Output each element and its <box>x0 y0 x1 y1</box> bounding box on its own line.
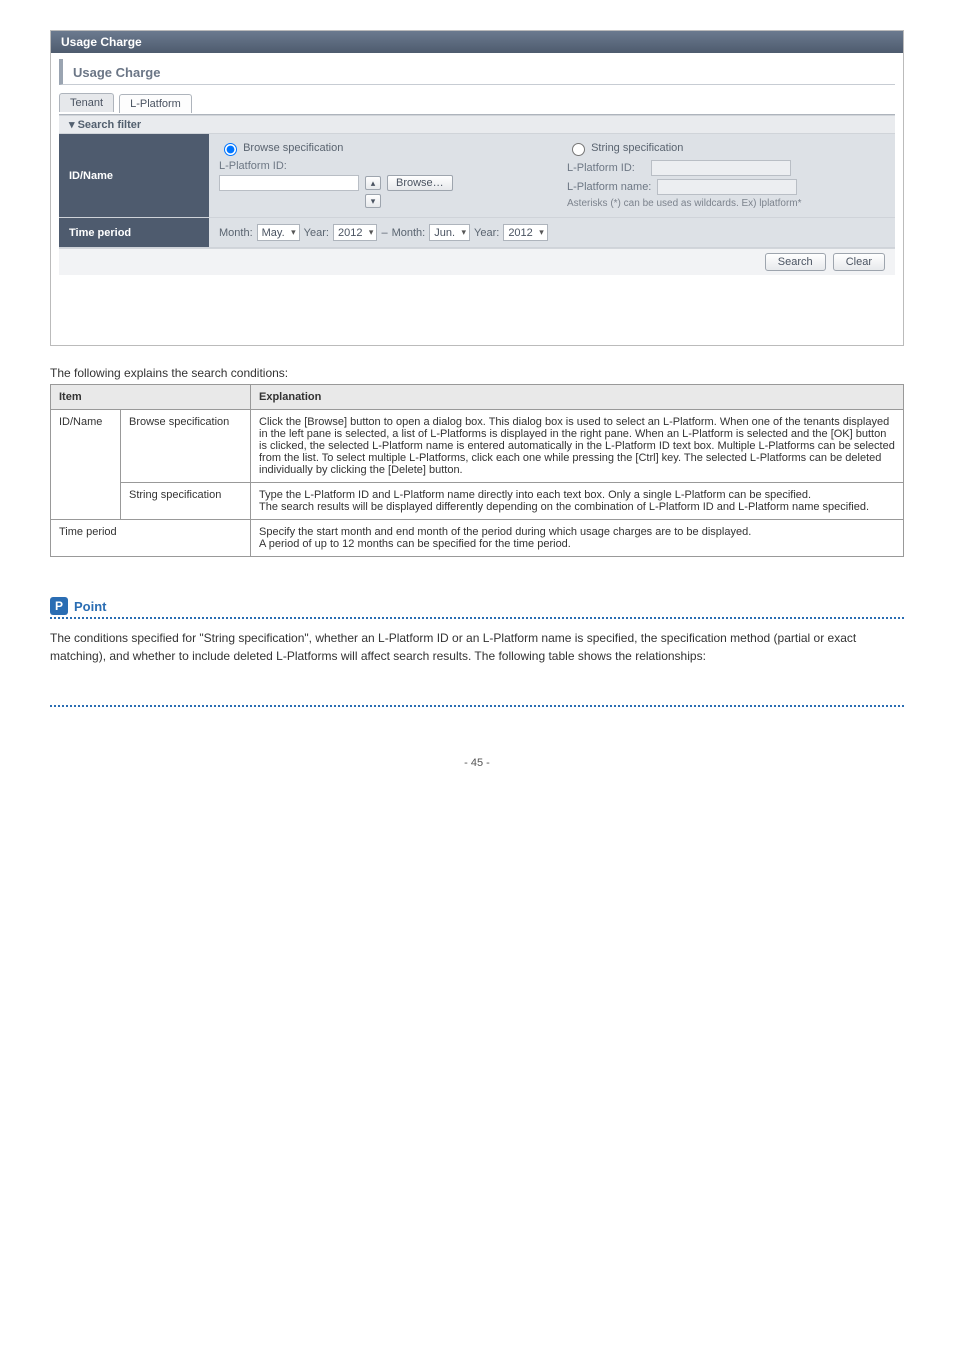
string-title: String specification <box>591 142 683 154</box>
cell-idname: ID/Name <box>51 410 121 520</box>
browse-radio[interactable] <box>224 143 237 156</box>
tab-lplatform[interactable]: L-Platform <box>119 94 192 113</box>
string-lplatform-name-label: L-Platform name: <box>567 181 651 193</box>
cell-string-explanation: Type the L-Platform ID and L-Platform na… <box>251 483 904 520</box>
cell-browse-explanation: Click the [Browse] button to open a dial… <box>251 410 904 483</box>
from-month-label: Month: <box>219 227 253 239</box>
browse-lplatform-id-label: L-Platform ID: <box>219 160 297 172</box>
search-button[interactable]: Search <box>765 253 826 271</box>
time-period-row: Time period Month: May. Year: 2012 – Mon… <box>59 218 895 248</box>
dotline-bottom <box>50 705 904 707</box>
browse-specification: Browse specification L-Platform ID: ▴ Br… <box>219 140 537 211</box>
usage-charge-panel: Usage Charge Usage Charge Tenant L-Platf… <box>50 30 904 346</box>
search-filter-body: ID/Name Browse specification L-Platform … <box>59 134 895 248</box>
point-label: Point <box>74 599 107 614</box>
header-explanation: Explanation <box>251 385 904 410</box>
from-year-label: Year: <box>304 227 329 239</box>
string-lplatform-id-input[interactable] <box>651 160 791 176</box>
cell-timeperiod: Time period <box>51 520 251 557</box>
table-row: Time period Specify the start month and … <box>51 520 904 557</box>
cell-string-spec: String specification <box>121 483 251 520</box>
from-year-select[interactable]: 2012 <box>333 224 377 241</box>
browse-lplatform-id-input[interactable] <box>219 175 359 191</box>
period-dash: – <box>381 227 387 239</box>
to-month-label: Month: <box>392 227 426 239</box>
panel-title: Usage Charge <box>51 31 903 53</box>
string-specification: String specification L-Platform ID: L-Pl… <box>567 140 885 211</box>
description-text: The following explains the search condit… <box>50 366 904 380</box>
table-row: ID/Name Browse specification Click the [… <box>51 410 904 483</box>
time-period-label: Time period <box>59 218 209 247</box>
cell-timeperiod-explanation: Specify the start month and end month of… <box>251 520 904 557</box>
wildcard-hint: Asterisks (*) can be used as wildcards. … <box>567 198 885 209</box>
table-row: String specification Type the L-Platform… <box>51 483 904 520</box>
cell-browse-spec: Browse specification <box>121 410 251 483</box>
clear-button[interactable]: Clear <box>833 253 885 271</box>
idname-label: ID/Name <box>59 134 209 217</box>
string-lplatform-name-input[interactable] <box>657 179 797 195</box>
tab-bar: Tenant L-Platform <box>59 93 895 115</box>
to-year-select[interactable]: 2012 <box>503 224 547 241</box>
action-bar: Search Clear <box>59 248 895 275</box>
point-header: P Point <box>50 597 904 615</box>
header-item: Item <box>51 385 251 410</box>
search-filter-header[interactable]: ▾ Search filter <box>59 115 895 134</box>
panel-subtitle: Usage Charge <box>59 59 895 85</box>
results-area <box>59 275 895 345</box>
arrow-down-button[interactable]: ▾ <box>365 194 381 208</box>
point-body: The conditions specified for "String spe… <box>50 629 904 665</box>
dotline-top <box>50 617 904 619</box>
point-icon: P <box>50 597 68 615</box>
point-block: P Point The conditions specified for "St… <box>50 597 904 707</box>
from-month-select[interactable]: May. <box>257 224 300 241</box>
to-year-label: Year: <box>474 227 499 239</box>
browse-title: Browse specification <box>243 142 343 154</box>
string-radio[interactable] <box>572 143 585 156</box>
string-lplatform-id-label: L-Platform ID: <box>567 162 645 174</box>
to-month-select[interactable]: Jun. <box>429 224 470 241</box>
search-conditions-table: Item Explanation ID/Name Browse specific… <box>50 384 904 557</box>
tab-tenant[interactable]: Tenant <box>59 93 114 112</box>
idname-row: ID/Name Browse specification L-Platform … <box>59 134 895 218</box>
page-number: - 45 - <box>50 757 904 769</box>
arrow-up-button[interactable]: ▴ <box>365 176 381 190</box>
time-period-controls: Month: May. Year: 2012 – Month: Jun. Yea… <box>219 224 548 241</box>
browse-button[interactable]: Browse… <box>387 175 453 191</box>
